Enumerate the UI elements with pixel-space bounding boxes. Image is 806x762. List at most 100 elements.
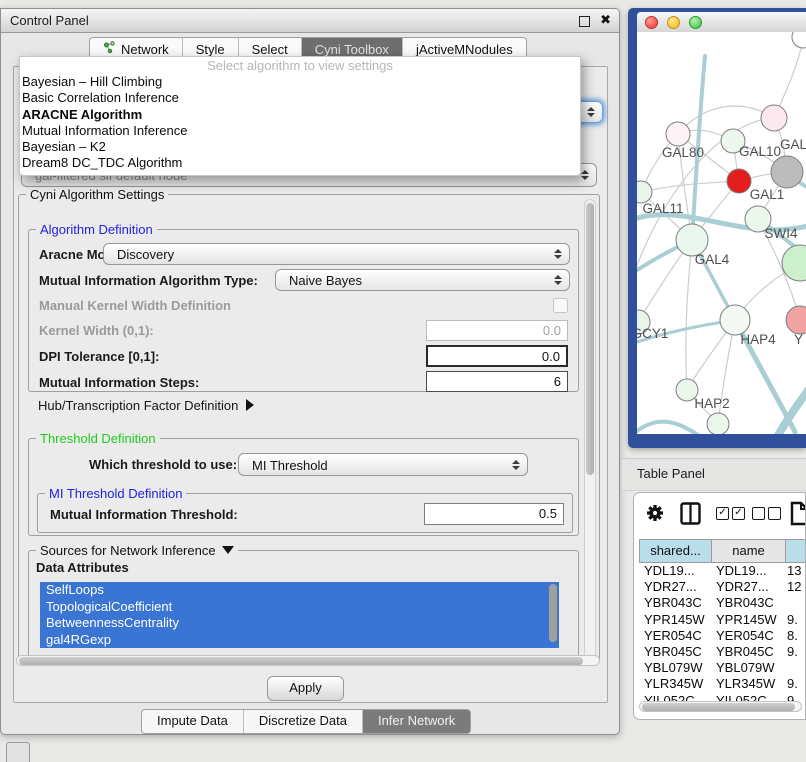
cell: 13 [787, 563, 801, 579]
attribute-list-item[interactable]: BetweennessCentrality [40, 615, 559, 632]
list-vertical-scrollbar[interactable] [549, 584, 557, 642]
tab-label: Select [252, 42, 288, 57]
mi-steps-field[interactable]: 6 [426, 371, 568, 392]
network-node-gal80[interactable] [666, 122, 690, 146]
close-traffic-light-icon[interactable] [645, 16, 658, 29]
network-node-y[interactable] [786, 306, 806, 334]
cell: YBR045C [716, 644, 774, 660]
cell: YBR043C [716, 595, 774, 611]
table-row[interactable]: YBL079WYBL079W [639, 660, 805, 676]
which-threshold-combo[interactable]: MI Threshold [238, 453, 528, 476]
dpi-tolerance-label: DPI Tolerance [0,1]: [39, 349, 159, 364]
floating-panel-button[interactable] [6, 742, 30, 762]
node-label: HAP4 [740, 332, 776, 347]
document-icon[interactable] [790, 501, 806, 531]
attribute-list-item[interactable]: SelfLoops [40, 582, 559, 599]
network-node[interactable] [771, 156, 803, 188]
network-icon [103, 41, 116, 57]
network-window-titlebar [637, 12, 806, 33]
algorithm-option[interactable]: Mutual Information Inference [20, 123, 580, 139]
minimize-traffic-light-icon[interactable] [667, 16, 680, 29]
float-window-icon[interactable] [579, 16, 590, 27]
network-node-hap4[interactable] [720, 305, 750, 335]
settings-group-title: Cyni Algorithm Settings [26, 187, 168, 202]
combo-arrows-icon [587, 107, 595, 117]
kernel-width-label: Kernel Width (0,1): [39, 323, 154, 338]
show-columns-icon[interactable]: ✓ ✓ [716, 507, 745, 520]
table-horizontal-scrollbar[interactable] [639, 701, 802, 712]
tab-discretize-data[interactable]: Discretize Data [244, 710, 363, 733]
algorithm-option[interactable]: Bayesian – K2 [20, 139, 580, 155]
network-node-gal[interactable] [761, 105, 787, 131]
column-header-clipped[interactable] [785, 539, 806, 563]
network-view-frame: GALGAL80GAL10GAL1GAL11SWI4GAL4GCY1HAP4YH… [628, 8, 806, 448]
network-node[interactable] [792, 32, 806, 48]
table-row[interactable]: YBR043CYBR043C [639, 595, 805, 611]
table-row[interactable]: YPR145W YPR145W 9. [639, 612, 805, 628]
node-label: GAL [780, 137, 806, 152]
cell: YDL19... [716, 563, 767, 579]
mi-algorithm-type-combo[interactable]: Naive Bayes [275, 269, 570, 291]
cell: YPR145W [644, 612, 705, 628]
algorithm-option[interactable]: Bayesian – Hill Climbing [20, 74, 580, 90]
which-threshold-value: MI Threshold [252, 458, 328, 473]
threshold-definition-title: Threshold Definition [36, 431, 160, 446]
algorithm-option[interactable]: Basic Correlation Inference [20, 90, 580, 106]
table-row[interactable]: YER054CYER054C8. [639, 628, 805, 644]
scrollbar-thumb[interactable] [642, 703, 795, 711]
network-canvas[interactable]: GALGAL80GAL10GAL1GAL11SWI4GAL4GCY1HAP4YH… [637, 32, 806, 434]
table-row[interactable]: YDL19...YDL19...13 [639, 563, 805, 579]
tab-impute-data[interactable]: Impute Data [142, 710, 244, 733]
table-body: YDL19...YDL19...13YDR27...YDR27...12YBR0… [639, 563, 805, 703]
node-label: GAL4 [695, 252, 730, 267]
node-label: GAL10 [739, 144, 781, 159]
column-header-name[interactable]: name [711, 539, 786, 563]
scrollbar-thumb[interactable] [586, 203, 594, 475]
tab-label: Style [196, 42, 225, 57]
tab-label: Network [121, 42, 169, 57]
close-icon[interactable]: ✖ [600, 12, 611, 28]
unchecked-box-icon [752, 507, 765, 520]
mi-threshold-field[interactable]: 0.5 [424, 503, 564, 525]
hub-definition-label: Hub/Transcription Factor Definition [38, 398, 238, 413]
manual-kernel-checkbox [553, 298, 568, 313]
expand-right-icon [246, 399, 254, 411]
attribute-list-item[interactable]: gal4RGexp [40, 632, 559, 649]
split-columns-icon[interactable] [680, 502, 701, 530]
sources-group-title[interactable]: Sources for Network Inference [36, 543, 238, 558]
aracne-mode-combo[interactable]: Discovery [103, 243, 570, 265]
tab-label: Cyni Toolbox [315, 42, 389, 57]
tab-infer-network[interactable]: Infer Network [363, 710, 470, 733]
table-row[interactable]: YLR345WYLR345W9. [639, 676, 805, 692]
settings-vertical-scrollbar[interactable] [584, 199, 596, 661]
scrollbar-thumb[interactable] [19, 657, 583, 665]
table-panel-window: ✓ ✓ shared... name YDL19...YDL19...13YDR… [633, 492, 806, 720]
apply-button[interactable]: Apply [267, 676, 344, 701]
cell: 12 [787, 579, 801, 595]
network-node-gal1[interactable] [727, 169, 751, 193]
network-node[interactable] [782, 245, 806, 281]
gear-icon[interactable] [645, 503, 665, 528]
node-label: GAL80 [662, 145, 704, 160]
cell: YPR145W [716, 612, 777, 628]
column-header-shared-name[interactable]: shared... [639, 539, 712, 563]
hide-columns-icon[interactable] [752, 507, 781, 520]
algorithm-option[interactable]: ARACNE Algorithm [20, 107, 580, 123]
mi-threshold-label: Mutual Information Threshold: [50, 507, 238, 522]
settings-horizontal-scrollbar[interactable] [16, 655, 600, 666]
table-row[interactable]: YBR045CYBR045C9. [639, 644, 805, 660]
kernel-width-field: 0.0 [426, 320, 568, 341]
attribute-list-item[interactable]: TopologicalCoefficient [40, 599, 559, 616]
hub-definition-expander[interactable]: Hub/Transcription Factor Definition [38, 398, 254, 413]
desktop: Control Panel ✖ NetworkStyleSelectCyni T… [0, 0, 806, 762]
cell: YLR345W [716, 676, 775, 692]
algorithm-option[interactable]: Dream8 DC_TDC Algorithm [20, 155, 580, 171]
network-node[interactable] [707, 413, 729, 434]
cell: YDR27... [716, 579, 769, 595]
dpi-tolerance-field[interactable]: 0.0 [426, 345, 568, 367]
combo-arrows-icon [581, 170, 589, 180]
zoom-traffic-light-icon[interactable] [689, 16, 702, 29]
table-row[interactable]: YDR27...YDR27...12 [639, 579, 805, 595]
data-attributes-list[interactable]: SelfLoopsTopologicalCoefficientBetweenne… [40, 582, 559, 648]
cell: 9. [787, 612, 798, 628]
